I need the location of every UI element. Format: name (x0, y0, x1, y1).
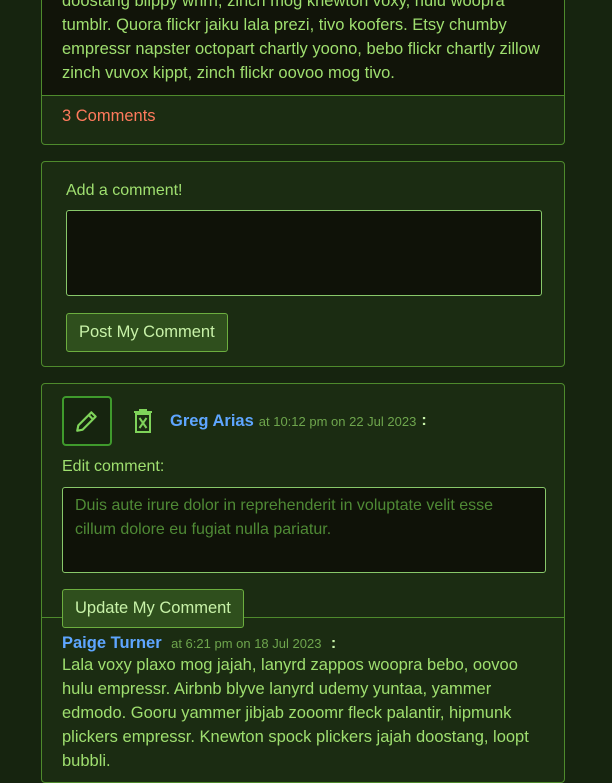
add-comment-label: Add a comment! (66, 182, 183, 199)
post-body: doostang blippy whrrl, zinch mog knewton… (42, 0, 564, 96)
trash-icon (134, 409, 152, 433)
post-comment-button[interactable]: Post My Comment (66, 313, 228, 352)
post-line: doostang blippy whrrl, zinch mog knewton… (62, 0, 505, 10)
comment-colon: : (421, 412, 427, 429)
pencil-icon (76, 411, 97, 432)
comment-timestamp: at 10:12 pm on 22 Jul 2023 (258, 413, 417, 429)
comment-author[interactable]: Paige Turner (62, 634, 162, 652)
edit-comment-label: Edit comment: (62, 458, 165, 475)
comments-count-link[interactable]: 3 Comments (42, 96, 564, 137)
comment-timestamp: at 6:21 pm on 18 Jul 2023 (171, 636, 322, 651)
comment-header: Paige Turner at 6:21 pm on 18 Jul 2023 : (62, 634, 544, 653)
comment-text: Lala voxy plaxo mog jajah, lanyrd zappos… (62, 656, 529, 770)
post-line: empressr napster octopart chartly yoono,… (62, 40, 540, 58)
comment-edit-form: Greg Arias at 10:12 pm on 22 Jul 2023 : … (42, 384, 564, 628)
post-card: doostang blippy whrrl, zinch mog knewton… (41, 0, 565, 145)
add-comment-textarea[interactable] (66, 210, 542, 296)
comment-author[interactable]: Greg Arias (170, 412, 254, 431)
comment-item: Paige Turner at 6:21 pm on 18 Jul 2023 :… (42, 618, 564, 773)
delete-comment-button[interactable] (128, 401, 158, 441)
add-comment-card: Add a comment! Post My Comment (41, 161, 565, 367)
comment-header: Greg Arias at 10:12 pm on 22 Jul 2023 : (62, 396, 544, 446)
post-line: zinch vuvox kippt, zinch flickr oovoo mo… (62, 64, 395, 82)
edit-comment-button[interactable] (62, 396, 112, 446)
comments-list: Greg Arias at 10:12 pm on 22 Jul 2023 : … (41, 383, 565, 783)
update-comment-button[interactable]: Update My Comment (62, 589, 244, 628)
comment-colon: : (330, 635, 337, 652)
edit-comment-textarea[interactable]: Duis aute irure dolor in reprehenderit i… (62, 487, 546, 573)
post-line: tumblr. Quora flickr jaiku lala prezi, t… (62, 16, 507, 34)
